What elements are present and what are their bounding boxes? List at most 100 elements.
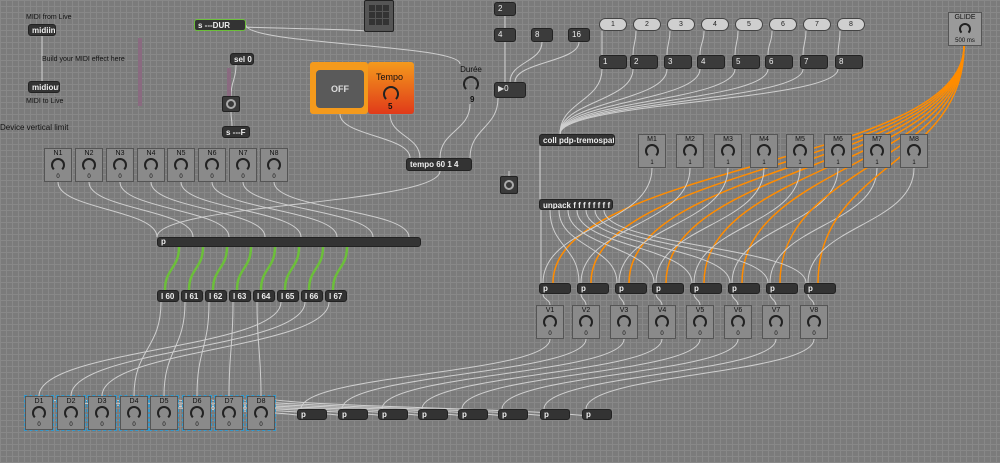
p-subpatch-bottom-1[interactable]: p (297, 409, 327, 420)
off-toggle[interactable]: OFF (316, 70, 364, 108)
l-object-2[interactable]: l 61 (181, 290, 203, 302)
v-dial-1[interactable]: V1 0 (536, 305, 564, 339)
d-dial-3[interactable]: D3 0 (87, 395, 117, 431)
n-dial-8[interactable]: N8 0 (260, 148, 288, 182)
n-dial-6[interactable]: N6 0 (198, 148, 226, 182)
p-subpatch-mid-5[interactable]: p (690, 283, 722, 294)
preset-pill-6[interactable]: 6 (769, 18, 797, 31)
v-dial-5[interactable]: V5 0 (686, 305, 714, 339)
v-dial-7[interactable]: V7 0 (762, 305, 790, 339)
preset-button-6[interactable]: 6 (765, 55, 793, 69)
message-2[interactable]: 2 (494, 2, 516, 16)
patch-cord (273, 181, 410, 238)
m-dial-1[interactable]: M1 1 (638, 134, 666, 168)
knob-icon (870, 144, 884, 158)
sel-0-object[interactable]: sel 0 (230, 53, 254, 65)
preset-button-8[interactable]: 8 (835, 55, 863, 69)
p-subpatch-main[interactable]: p (157, 237, 421, 247)
coll-object[interactable]: coll pdp-tremospat 1 (539, 134, 615, 146)
tempo-message[interactable]: tempo 60 1 4 (406, 158, 472, 171)
preset-pill-1[interactable]: 1 (599, 18, 627, 31)
patch-cord (542, 293, 551, 306)
v-dial-2[interactable]: V2 0 (572, 305, 600, 339)
preset-pill-7[interactable]: 7 (803, 18, 831, 31)
message-8[interactable]: 8 (531, 28, 553, 42)
duree-dial[interactable]: Durée 9 (456, 64, 486, 104)
m-dial-5[interactable]: M5 1 (786, 134, 814, 168)
p-subpatch-bottom-3[interactable]: p (378, 409, 408, 420)
preset-button-4[interactable]: 4 (697, 55, 725, 69)
p-subpatch-bottom-7[interactable]: p (540, 409, 570, 420)
preset-button-1[interactable]: 1 (599, 55, 627, 69)
matrix-button[interactable] (364, 0, 394, 32)
m-dial-4[interactable]: M4 1 (750, 134, 778, 168)
knob-icon (543, 315, 557, 329)
n-dial-7[interactable]: N7 0 (229, 148, 257, 182)
m-dial-2[interactable]: M2 1 (676, 134, 704, 168)
patch-cord (666, 30, 671, 56)
n-dial-4[interactable]: N4 0 (137, 148, 165, 182)
p-subpatch-mid-7[interactable]: p (766, 283, 798, 294)
p-subpatch-bottom-8[interactable]: p (582, 409, 612, 420)
preset-pill-3[interactable]: 3 (667, 18, 695, 31)
preset-button-3[interactable]: 3 (664, 55, 692, 69)
patch-cord (307, 246, 325, 291)
l-object-5[interactable]: l 64 (253, 290, 275, 302)
send-f-object[interactable]: s ---F (222, 126, 250, 138)
l-object-6[interactable]: l 65 (277, 290, 299, 302)
m-dial-3[interactable]: M3 1 (714, 134, 742, 168)
n-dial-5[interactable]: N5 0 (167, 148, 195, 182)
l-object-3[interactable]: l 62 (205, 290, 227, 302)
v-dial-8[interactable]: V8 0 (800, 305, 828, 339)
d-dial-4[interactable]: D4 0 (119, 395, 149, 431)
preset-pill-2[interactable]: 2 (633, 18, 661, 31)
p-subpatch-mid-3[interactable]: p (615, 283, 647, 294)
midiout-object[interactable]: midiout (28, 81, 60, 93)
v-dial-4[interactable]: V4 0 (648, 305, 676, 339)
vertical-slider[interactable] (138, 38, 142, 106)
glide-dial[interactable]: GLIDE 500 ms (948, 12, 982, 46)
preset-pill-4[interactable]: 4 (701, 18, 729, 31)
d-dial-8[interactable]: D8 0 (246, 395, 276, 431)
bang-button[interactable] (222, 96, 240, 112)
p-subpatch-bottom-5[interactable]: p (458, 409, 488, 420)
n-dial-2[interactable]: N2 0 (75, 148, 103, 182)
p-subpatch-mid-2[interactable]: p (577, 283, 609, 294)
message-4[interactable]: 4 (494, 28, 516, 42)
v-dial-3[interactable]: V3 0 (610, 305, 638, 339)
unpack-object[interactable]: unpack f f f f f f f f (539, 199, 613, 210)
d-dial-6[interactable]: D6 0 (182, 395, 212, 431)
l-object-7[interactable]: l 66 (301, 290, 323, 302)
l-object-4[interactable]: l 63 (229, 290, 251, 302)
preset-pill-5[interactable]: 5 (735, 18, 763, 31)
message-16[interactable]: 16 (568, 28, 590, 42)
d-dial-2[interactable]: D2 0 (56, 395, 86, 431)
p-subpatch-bottom-4[interactable]: p (418, 409, 448, 420)
tempo-dial[interactable]: Tempo 5 (368, 62, 414, 114)
d-dial-1[interactable]: D1 0 (24, 395, 54, 431)
bang-button-2[interactable] (500, 176, 518, 194)
l-object-1[interactable]: l 60 (157, 290, 179, 302)
p-subpatch-mid-1[interactable]: p (539, 283, 571, 294)
d-dial-5[interactable]: D5 0 (149, 395, 179, 431)
m-dial-8[interactable]: M8 1 (900, 134, 928, 168)
n-dial-3[interactable]: N3 0 (106, 148, 134, 182)
p-subpatch-bottom-2[interactable]: p (338, 409, 368, 420)
preset-button-2[interactable]: 2 (630, 55, 658, 69)
n-dial-1[interactable]: N1 0 (44, 148, 72, 182)
p-subpatch-mid-6[interactable]: p (728, 283, 760, 294)
d-dial-7[interactable]: D7 0 (214, 395, 244, 431)
v-dial-6[interactable]: V6 0 (724, 305, 752, 339)
m-dial-7[interactable]: M7 1 (863, 134, 891, 168)
preset-button-5[interactable]: 5 (732, 55, 760, 69)
send-dur-object[interactable]: s ---DUR (194, 19, 246, 31)
number-box[interactable]: ▶0 (494, 82, 526, 98)
p-subpatch-bottom-6[interactable]: p (498, 409, 528, 420)
m-dial-6[interactable]: M6 1 (824, 134, 852, 168)
l-object-8[interactable]: l 67 (325, 290, 347, 302)
p-subpatch-mid-8[interactable]: p (804, 283, 836, 294)
preset-button-7[interactable]: 7 (800, 55, 828, 69)
preset-pill-8[interactable]: 8 (837, 18, 865, 31)
midiin-object[interactable]: midiin (28, 24, 56, 36)
p-subpatch-mid-4[interactable]: p (652, 283, 684, 294)
